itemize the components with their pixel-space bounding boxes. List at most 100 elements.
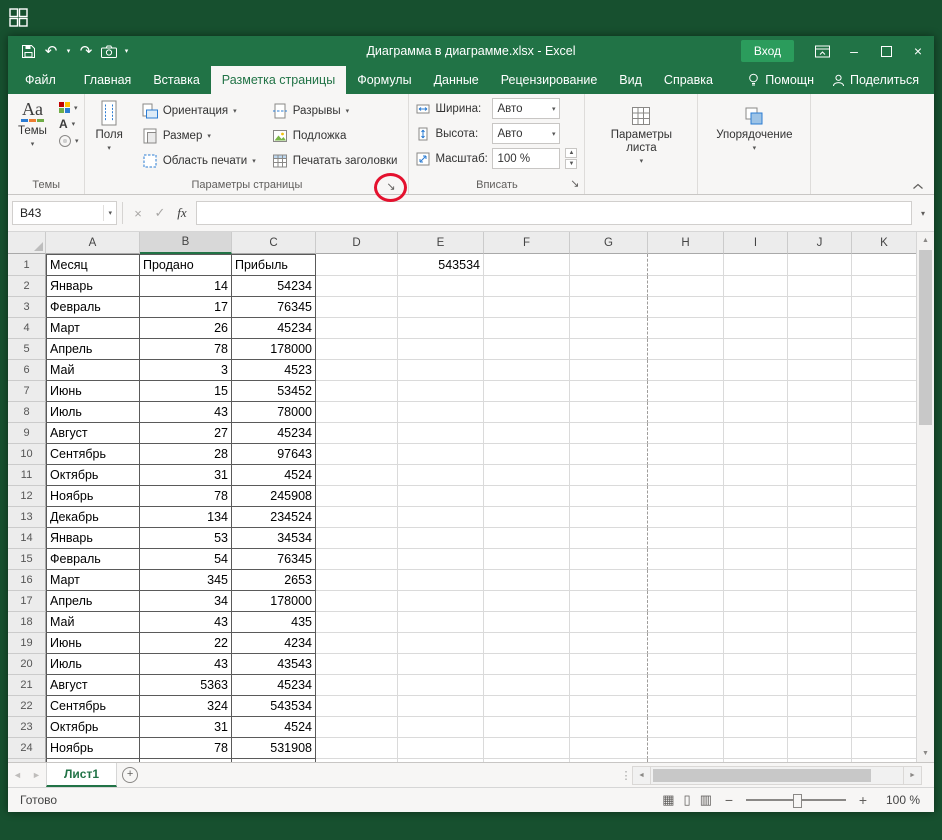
cell-H1[interactable]	[648, 254, 724, 276]
cell-G9[interactable]	[570, 423, 648, 444]
cell-I5[interactable]	[724, 339, 788, 360]
cell-I21[interactable]	[724, 675, 788, 696]
cell-J12[interactable]	[788, 486, 852, 507]
cell-F20[interactable]	[484, 654, 570, 675]
row-header-23[interactable]: 23	[8, 717, 46, 738]
row-header-1[interactable]: 1	[8, 254, 46, 276]
cell-F19[interactable]	[484, 633, 570, 654]
cell-G6[interactable]	[570, 360, 648, 381]
cell-A20[interactable]: Июль	[46, 654, 140, 675]
cell-D1[interactable]	[316, 254, 398, 276]
row-header-20[interactable]: 20	[8, 654, 46, 675]
cell-E8[interactable]	[398, 402, 484, 423]
cell-E1[interactable]: 543534	[398, 254, 484, 276]
cell-I14[interactable]	[724, 528, 788, 549]
cell-K7[interactable]	[852, 381, 916, 402]
cell-K19[interactable]	[852, 633, 916, 654]
cell-E2[interactable]	[398, 276, 484, 297]
cell-K21[interactable]	[852, 675, 916, 696]
cell-I15[interactable]	[724, 549, 788, 570]
cell-B6[interactable]: 3	[140, 360, 232, 381]
row-header-11[interactable]: 11	[8, 465, 46, 486]
maximize-button[interactable]	[870, 36, 902, 66]
cell-C7[interactable]: 53452	[232, 381, 316, 402]
scroll-up-button[interactable]: ▲	[917, 232, 934, 249]
cell-E3[interactable]	[398, 297, 484, 318]
cell-E4[interactable]	[398, 318, 484, 339]
cell-K2[interactable]	[852, 276, 916, 297]
cell-H16[interactable]	[648, 570, 724, 591]
cell-F8[interactable]	[484, 402, 570, 423]
row-header-12[interactable]: 12	[8, 486, 46, 507]
row-header-4[interactable]: 4	[8, 318, 46, 339]
cell-A11[interactable]: Октябрь	[46, 465, 140, 486]
cell-I7[interactable]	[724, 381, 788, 402]
row-header-21[interactable]: 21	[8, 675, 46, 696]
cell-D18[interactable]	[316, 612, 398, 633]
cell-D8[interactable]	[316, 402, 398, 423]
scale-down-button[interactable]: ▼	[565, 159, 577, 169]
cell-C22[interactable]: 543534	[232, 696, 316, 717]
cell-H2[interactable]	[648, 276, 724, 297]
cell-J22[interactable]	[788, 696, 852, 717]
cell-K17[interactable]	[852, 591, 916, 612]
cell-I12[interactable]	[724, 486, 788, 507]
minimize-button[interactable]: –	[838, 36, 870, 66]
cell-F7[interactable]	[484, 381, 570, 402]
camera-button[interactable]	[99, 40, 119, 62]
cell-B17[interactable]: 34	[140, 591, 232, 612]
cell-B7[interactable]: 15	[140, 381, 232, 402]
cell-I13[interactable]	[724, 507, 788, 528]
cell-G22[interactable]	[570, 696, 648, 717]
column-header-C[interactable]: C	[232, 232, 316, 254]
cell-F24[interactable]	[484, 738, 570, 759]
ribbon-display-options-button[interactable]	[806, 36, 838, 66]
cell-F23[interactable]	[484, 717, 570, 738]
cell-C2[interactable]: 54234	[232, 276, 316, 297]
cell-H11[interactable]	[648, 465, 724, 486]
cell-G13[interactable]	[570, 507, 648, 528]
cell-D6[interactable]	[316, 360, 398, 381]
cell-F3[interactable]	[484, 297, 570, 318]
tab-home[interactable]: Главная	[73, 66, 143, 94]
row-header-18[interactable]: 18	[8, 612, 46, 633]
cell-D3[interactable]	[316, 297, 398, 318]
cell-K25[interactable]	[852, 759, 916, 762]
cell-A1[interactable]: Месяц	[46, 254, 140, 276]
cell-H3[interactable]	[648, 297, 724, 318]
cell-A9[interactable]: Август	[46, 423, 140, 444]
cell-G16[interactable]	[570, 570, 648, 591]
horizontal-scroll-thumb[interactable]	[653, 769, 871, 782]
row-header-6[interactable]: 6	[8, 360, 46, 381]
cell-E16[interactable]	[398, 570, 484, 591]
arrange-button[interactable]: Упорядочение ▾	[701, 96, 807, 155]
cell-B1[interactable]: Продано	[140, 254, 232, 276]
column-header-G[interactable]: G	[570, 232, 648, 254]
column-header-A[interactable]: A	[46, 232, 140, 254]
cell-D5[interactable]	[316, 339, 398, 360]
cell-I18[interactable]	[724, 612, 788, 633]
cell-F2[interactable]	[484, 276, 570, 297]
cell-D25[interactable]	[316, 759, 398, 762]
cell-G7[interactable]	[570, 381, 648, 402]
cell-H8[interactable]	[648, 402, 724, 423]
cell-C14[interactable]: 34534	[232, 528, 316, 549]
cell-D21[interactable]	[316, 675, 398, 696]
cell-B2[interactable]: 14	[140, 276, 232, 297]
cell-I25[interactable]	[724, 759, 788, 762]
theme-fonts-button[interactable]: A▾	[59, 118, 79, 130]
margins-button[interactable]: Поля ▾	[88, 96, 129, 155]
cell-J2[interactable]	[788, 276, 852, 297]
cell-A12[interactable]: Ноябрь	[46, 486, 140, 507]
tab-insert[interactable]: Вставка	[142, 66, 210, 94]
collapse-ribbon-button[interactable]	[912, 183, 924, 190]
cell-E11[interactable]	[398, 465, 484, 486]
scale-up-button[interactable]: ▲	[565, 148, 577, 158]
cell-J21[interactable]	[788, 675, 852, 696]
cell-J5[interactable]	[788, 339, 852, 360]
cell-E19[interactable]	[398, 633, 484, 654]
cell-F11[interactable]	[484, 465, 570, 486]
cell-E22[interactable]	[398, 696, 484, 717]
cell-D17[interactable]	[316, 591, 398, 612]
undo-dropdown-caret[interactable]: ▾	[64, 47, 73, 55]
